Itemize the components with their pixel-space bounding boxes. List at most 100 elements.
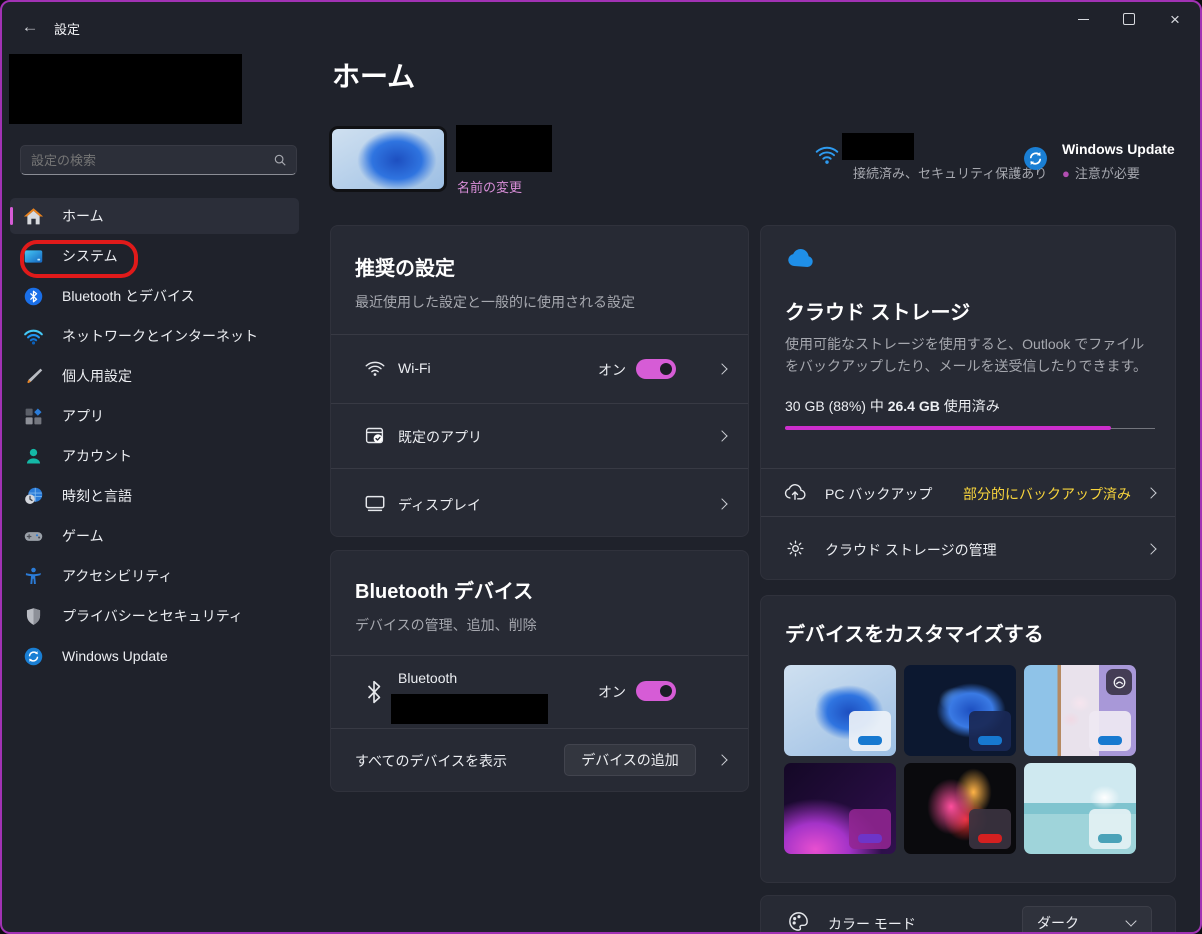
theme-preview-overlay (969, 711, 1011, 751)
theme-tile-spotlight[interactable] (1024, 665, 1136, 756)
settings-search-box[interactable] (20, 145, 297, 175)
chevron-down-icon (1125, 915, 1136, 926)
sidebar-item-apps[interactable]: アプリ (10, 398, 299, 434)
sidebar-item-accounts[interactable]: アカウント (10, 438, 299, 474)
chevron-right-icon (716, 754, 727, 765)
theme-tile-dark-bloom[interactable] (904, 665, 1016, 756)
close-icon: × (1170, 11, 1180, 28)
apps-icon (22, 405, 44, 427)
wifi-settings-row[interactable]: Wi-Fi オン (331, 335, 748, 403)
bluetooth-card-title: Bluetooth デバイス (355, 575, 533, 604)
view-all-devices-row[interactable]: すべてのデバイスを表示 デバイスの追加 (331, 729, 748, 792)
search-icon (273, 153, 287, 167)
chevron-right-icon (716, 430, 727, 441)
storage-usage-text: 30 GB (88%) 中 26.4 GB 使用済み (785, 396, 1000, 416)
maximize-icon (1123, 13, 1135, 25)
sidebar-item-network[interactable]: ネットワークとインターネット (10, 318, 299, 354)
customize-title: デバイスをカスタマイズする (785, 618, 1044, 647)
back-button[interactable]: ← (16, 14, 44, 40)
cloud-storage-description: 使用可能なストレージを使用すると、Outlook でファイルをバックアップしたり… (785, 334, 1157, 377)
windows-update-status-icon (1023, 146, 1048, 171)
wifi-status-icon (814, 144, 840, 166)
sidebar-item-personalization[interactable]: 個人用設定 (10, 358, 299, 394)
recommended-subtitle: 最近使用した設定と一般的に使用される設定 (355, 292, 635, 312)
bluetooth-card-subtitle: デバイスの管理、追加、削除 (355, 615, 537, 635)
selected-indicator (10, 207, 13, 225)
display-label: ディスプレイ (398, 495, 481, 515)
search-input[interactable] (21, 153, 273, 168)
theme-preview-overlay (969, 809, 1011, 849)
sidebar-item-home[interactable]: ホーム (10, 198, 299, 234)
theme-tile-light-landscape[interactable] (1024, 763, 1136, 854)
storage-progress-bar (785, 426, 1155, 430)
chevron-right-icon (1145, 487, 1156, 498)
theme-preview-overlay (849, 711, 891, 751)
palette-icon (787, 910, 810, 933)
redacted-wifi-name (842, 133, 914, 160)
redacted-bluetooth-detail (391, 694, 548, 724)
system-icon (22, 245, 44, 267)
cloud-storage-card: クラウド ストレージ 使用可能なストレージを使用すると、Outlook でファイ… (760, 225, 1176, 580)
theme-preview-overlay (1089, 809, 1131, 849)
wifi-toggle[interactable] (636, 359, 676, 379)
recommended-settings-card: 推奨の設定 最近使用した設定と一般的に使用される設定 Wi-Fi オン 既定のア… (330, 225, 749, 537)
wifi-toggle-label: オン (598, 360, 626, 380)
accessibility-icon (22, 565, 44, 587)
wifi-row-label: Wi-Fi (398, 360, 431, 376)
sidebar-item-time-language[interactable]: 時刻と言語 (10, 478, 299, 514)
close-button[interactable]: × (1152, 2, 1198, 36)
color-mode-card: カラー モード ダーク (760, 895, 1176, 934)
theme-preview-overlay (849, 809, 891, 849)
pc-backup-label: PC バックアップ (825, 484, 932, 504)
chevron-right-icon (716, 498, 727, 509)
maximize-button[interactable] (1106, 2, 1152, 36)
privacy-icon (22, 605, 44, 627)
bluetooth-row[interactable]: Bluetooth オン (331, 656, 748, 728)
color-mode-label: カラー モード (828, 914, 916, 934)
color-mode-dropdown[interactable]: ダーク (1022, 906, 1152, 934)
sidebar-item-privacy[interactable]: プライバシーとセキュリティ (10, 598, 299, 634)
sidebar-item-bluetooth[interactable]: Bluetooth とデバイス (10, 278, 299, 314)
spotlight-badge-icon (1106, 669, 1132, 695)
chevron-right-icon (716, 363, 727, 374)
default-apps-icon (364, 425, 385, 446)
windows-update-status: ●注意が必要 (1062, 163, 1140, 182)
windows-update-icon (22, 645, 44, 667)
bluetooth-toggle[interactable] (636, 681, 676, 701)
wifi-status-text: 接続済み、セキュリティ保護あり (853, 163, 1047, 182)
cloud-icon (785, 246, 817, 270)
sidebar-item-label: ホーム (62, 206, 104, 226)
rename-link[interactable]: 名前の変更 (457, 177, 522, 196)
sidebar-item-windows-update[interactable]: Windows Update (10, 638, 299, 674)
sidebar-item-system[interactable]: システム (10, 238, 299, 274)
sidebar-item-accessibility[interactable]: アクセシビリティ (10, 558, 299, 594)
theme-tile-light-bloom[interactable] (784, 665, 896, 756)
gaming-icon (22, 525, 44, 547)
window-title: 設定 (54, 19, 80, 38)
manage-cloud-storage-row[interactable]: クラウド ストレージの管理 (761, 517, 1175, 581)
minimize-button[interactable] (1060, 2, 1106, 36)
gear-icon (785, 538, 806, 559)
bluetooth-toggle-label: オン (598, 682, 626, 702)
pc-backup-row[interactable]: PC バックアップ 部分的にバックアップ済み (761, 469, 1175, 516)
display-row[interactable]: ディスプレイ (331, 469, 748, 538)
sidebar-item-gaming[interactable]: ゲーム (10, 518, 299, 554)
minimize-icon (1078, 19, 1089, 20)
add-device-button[interactable]: デバイスの追加 (564, 744, 696, 776)
network-icon (22, 325, 44, 347)
view-all-devices-label: すべてのデバイスを表示 (355, 751, 507, 771)
device-preview-image (329, 126, 447, 192)
manage-cloud-storage-label: クラウド ストレージの管理 (825, 540, 997, 560)
theme-tile-purple-glow[interactable] (784, 763, 896, 854)
redacted-device-name (456, 125, 552, 172)
personalization-icon (22, 365, 44, 387)
storage-progress-fill (785, 426, 1111, 430)
theme-tile-dark-flower[interactable] (904, 763, 1016, 854)
bluetooth-icon (22, 285, 44, 307)
default-apps-row[interactable]: 既定のアプリ (331, 404, 748, 468)
windows-update-title: Windows Update (1062, 141, 1175, 157)
redacted-account-block (9, 54, 242, 124)
bluetooth-row-label: Bluetooth (398, 670, 457, 686)
theme-preview-overlay (1089, 711, 1131, 751)
back-arrow-icon: ← (22, 17, 39, 37)
